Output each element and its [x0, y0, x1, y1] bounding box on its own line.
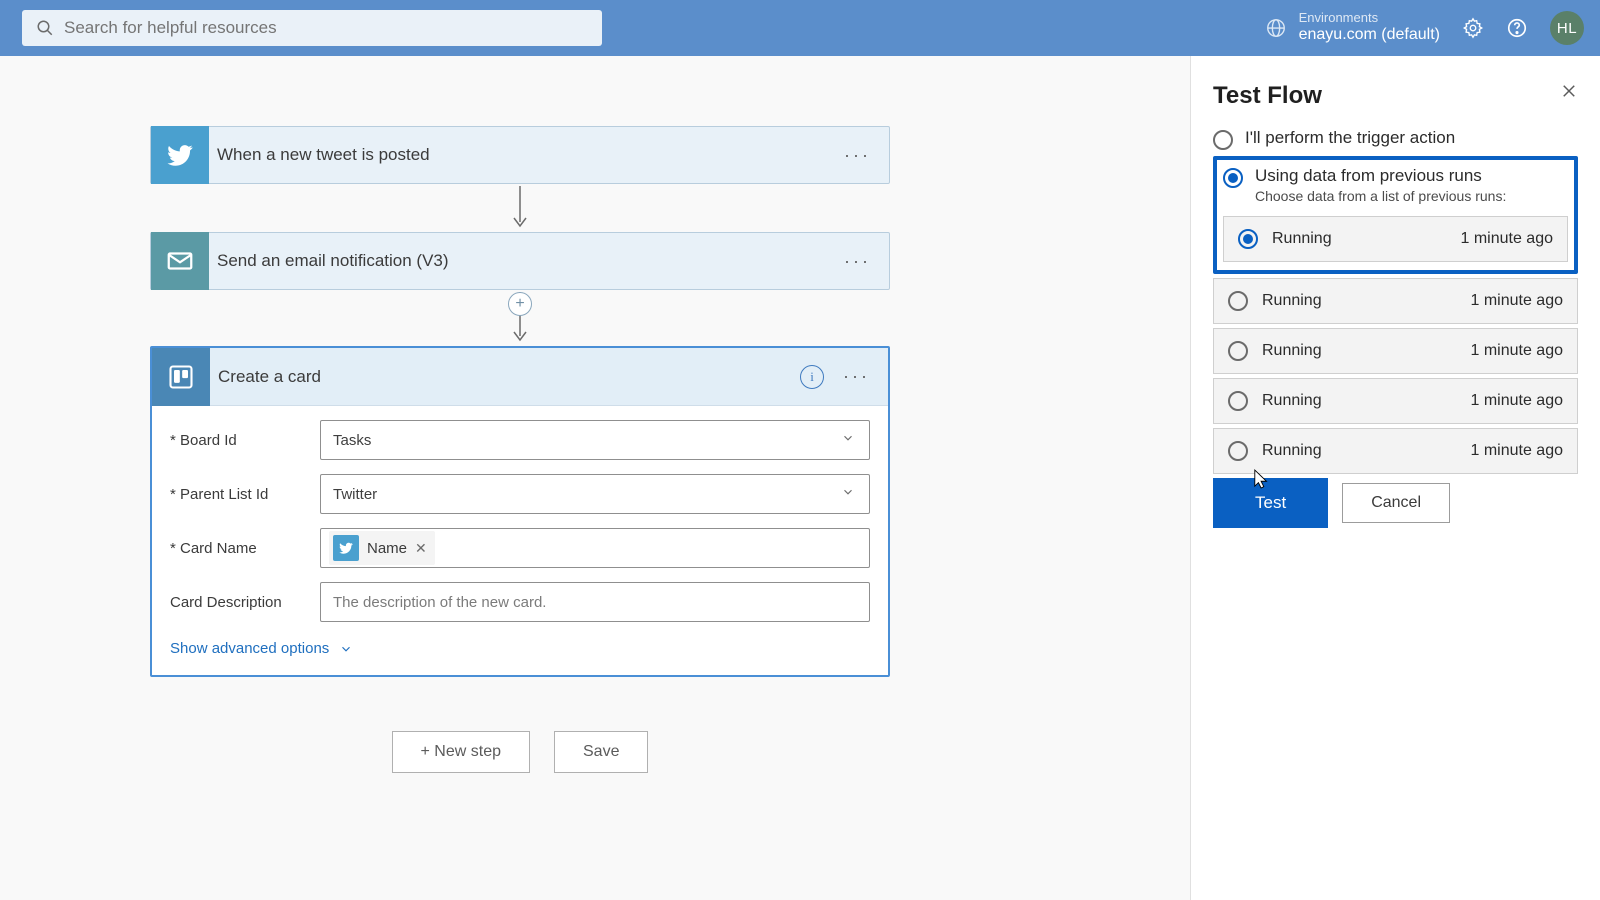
option-previous-sublabel: Choose data from a list of previous runs…: [1255, 188, 1506, 204]
plus-icon: +: [515, 295, 524, 313]
option-previous-label: Using data from previous runs: [1255, 166, 1506, 186]
run-row[interactable]: Running 1 minute ago: [1213, 278, 1578, 324]
radio-icon: [1228, 291, 1248, 311]
run-time: 1 minute ago: [1460, 230, 1553, 248]
avatar[interactable]: HL: [1550, 11, 1584, 45]
run-row[interactable]: Running 1 minute ago: [1213, 328, 1578, 374]
board-id-select[interactable]: Tasks: [320, 420, 870, 460]
env-label: Environments: [1299, 11, 1440, 26]
help-button[interactable]: [1506, 17, 1528, 39]
card-desc-placeholder: The description of the new card.: [333, 594, 546, 611]
test-button[interactable]: Test: [1217, 482, 1324, 524]
previous-runs-list-rest: Running 1 minute ago Running 1 minute ag…: [1213, 278, 1578, 474]
run-status: Running: [1262, 392, 1322, 410]
run-status: Running: [1262, 442, 1322, 460]
help-icon: [1506, 17, 1528, 39]
action-title: Send an email notification (V3): [217, 251, 449, 271]
trello-icon: [152, 348, 210, 406]
list-id-label: * Parent List Id: [170, 486, 320, 503]
action-step-email[interactable]: Send an email notification (V3) ···: [150, 232, 890, 290]
card-header[interactable]: Create a card i ···: [152, 348, 888, 406]
remove-token-button[interactable]: ✕: [415, 540, 427, 557]
show-advanced-button[interactable]: Show advanced options: [170, 640, 870, 657]
gear-icon: [1462, 17, 1484, 39]
ellipsis-icon: ···: [844, 145, 871, 166]
radio-icon: [1238, 229, 1258, 249]
action-step-create-card: Create a card i ··· * Board Id Tasks: [150, 346, 890, 677]
panel-title: Test Flow: [1213, 82, 1578, 110]
highlighted-test-button: Test: [1213, 478, 1328, 528]
highlighted-selection: Using data from previous runs Choose dat…: [1213, 156, 1578, 274]
run-row[interactable]: Running 1 minute ago: [1213, 428, 1578, 474]
close-panel-button[interactable]: [1560, 80, 1578, 106]
list-id-select[interactable]: Twitter: [320, 474, 870, 514]
chevron-down-icon: [339, 642, 353, 656]
add-step-button[interactable]: +: [508, 292, 532, 316]
save-button[interactable]: Save: [554, 731, 648, 773]
env-value: enayu.com (default): [1299, 26, 1440, 44]
step-more-button[interactable]: ···: [844, 233, 871, 289]
ellipsis-icon: ···: [843, 366, 870, 387]
run-time: 1 minute ago: [1470, 292, 1563, 310]
radio-icon: [1228, 341, 1248, 361]
top-bar: Environments enayu.com (default) HL: [0, 0, 1600, 56]
step-more-button[interactable]: ···: [843, 348, 870, 405]
run-time: 1 minute ago: [1470, 392, 1563, 410]
option-manual-label: I'll perform the trigger action: [1245, 128, 1455, 148]
run-row[interactable]: Running 1 minute ago: [1223, 216, 1568, 262]
new-step-button[interactable]: + New step: [392, 731, 530, 773]
token-label: Name: [367, 540, 407, 557]
advanced-label: Show advanced options: [170, 640, 329, 657]
cancel-button[interactable]: Cancel: [1342, 483, 1450, 523]
environment-picker[interactable]: Environments enayu.com (default): [1265, 11, 1440, 44]
chevron-down-icon: [841, 431, 855, 449]
twitter-icon: [333, 535, 359, 561]
mail-icon: [151, 232, 209, 290]
card-desc-label: Card Description: [170, 594, 320, 611]
run-row[interactable]: Running 1 minute ago: [1213, 378, 1578, 424]
search-input[interactable]: [64, 18, 588, 38]
radio-icon: [1223, 168, 1243, 188]
board-id-label: * Board Id: [170, 432, 320, 449]
radio-icon: [1213, 130, 1233, 150]
list-id-value: Twitter: [333, 486, 377, 503]
chevron-down-icon: [841, 485, 855, 503]
connector-arrow: [510, 184, 530, 232]
settings-button[interactable]: [1462, 17, 1484, 39]
radio-icon: [1228, 391, 1248, 411]
step-more-button[interactable]: ···: [844, 127, 871, 183]
trigger-title: When a new tweet is posted: [217, 145, 430, 165]
option-previous-runs[interactable]: Using data from previous runs Choose dat…: [1223, 166, 1568, 204]
globe-icon: [1265, 17, 1287, 39]
previous-runs-list: Running 1 minute ago: [1223, 216, 1568, 262]
dynamic-token[interactable]: Name ✕: [329, 531, 435, 565]
card-desc-input[interactable]: The description of the new card.: [320, 582, 870, 622]
run-status: Running: [1272, 230, 1332, 248]
card-name-label: * Card Name: [170, 540, 320, 557]
test-flow-panel: Test Flow I'll perform the trigger actio…: [1190, 56, 1600, 900]
info-icon[interactable]: i: [800, 365, 824, 389]
trigger-step[interactable]: When a new tweet is posted ···: [150, 126, 890, 184]
option-manual-trigger[interactable]: I'll perform the trigger action: [1213, 128, 1578, 150]
card-title: Create a card: [218, 367, 321, 387]
run-time: 1 minute ago: [1470, 342, 1563, 360]
run-status: Running: [1262, 342, 1322, 360]
close-icon: [1560, 82, 1578, 100]
twitter-icon: [151, 126, 209, 184]
flow-canvas: When a new tweet is posted ··· Send an e…: [0, 56, 1190, 900]
run-status: Running: [1262, 292, 1322, 310]
search-input-wrap[interactable]: [22, 10, 602, 46]
search-icon: [36, 19, 54, 37]
run-time: 1 minute ago: [1470, 442, 1563, 460]
card-name-input[interactable]: Name ✕: [320, 528, 870, 568]
board-id-value: Tasks: [333, 432, 371, 449]
connector-add: +: [510, 290, 530, 346]
radio-icon: [1228, 441, 1248, 461]
ellipsis-icon: ···: [844, 251, 871, 272]
